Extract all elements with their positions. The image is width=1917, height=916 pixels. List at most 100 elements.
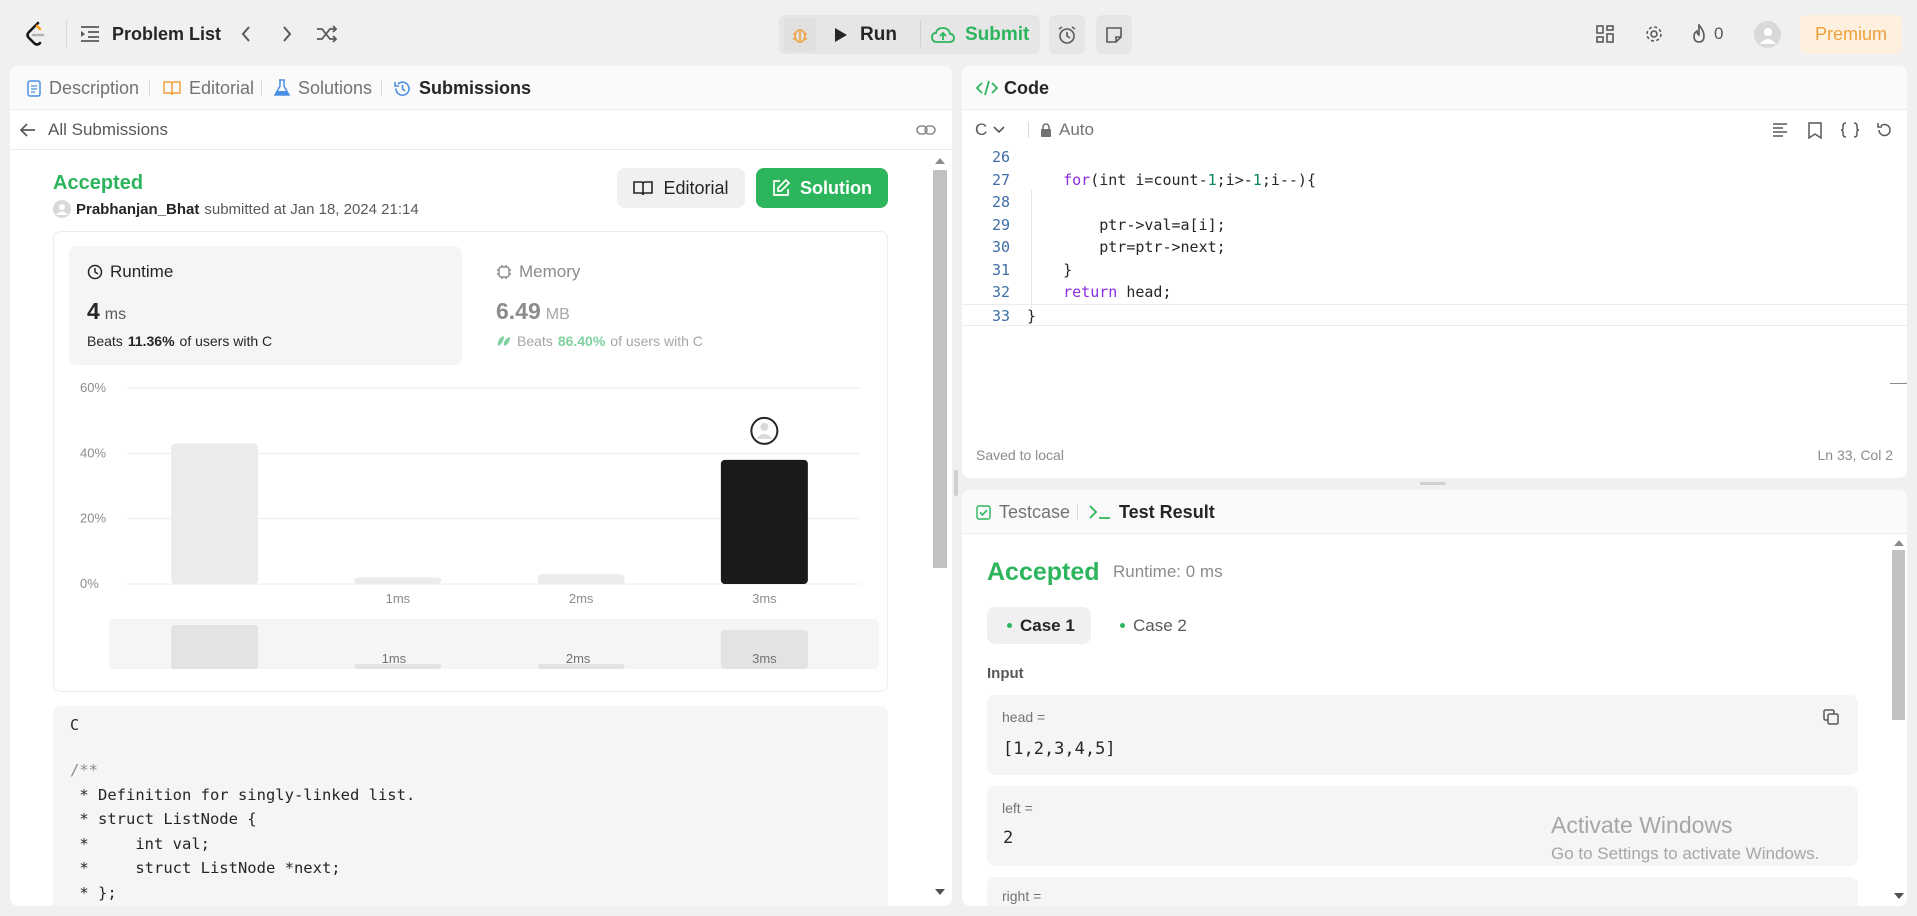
beats-suffix: of users with C [610,333,703,349]
line-number: 29 [991,215,1010,234]
avatar[interactable] [1754,21,1781,48]
problem-list-label: Problem List [112,23,222,44]
horizontal-resize-handle[interactable] [1420,482,1446,485]
code-line: 27 for(int i=count-1;i>-1;i--){ [962,169,1907,191]
language-value: C [975,120,988,139]
language-select[interactable]: C [975,110,1005,150]
submitter-name[interactable]: Prabhanjan_Bhat [76,201,199,218]
tab-code[interactable]: Code [976,66,1049,110]
submission-content: Accepted Prabhanjan_Bhat submitted at Ja… [10,150,930,906]
vertical-resize-handle[interactable] [954,470,958,496]
book-icon [163,80,181,96]
line-number: 31 [991,260,1010,279]
leetcode-logo[interactable] [22,18,50,50]
left-label: left = [1002,800,1033,816]
runtime-beats-pct: 11.36% [127,333,175,349]
submission-nav-bar: All Submissions [10,110,952,150]
next-problem-icon[interactable] [275,22,299,46]
y-tick-label: 60% [80,380,106,395]
run-button[interactable]: Run [834,18,897,51]
braces-icon[interactable] [1839,120,1861,140]
line-number: 28 [991,193,1010,211]
scroll-down-icon[interactable] [934,887,946,897]
divider [66,20,67,48]
terminal-icon [1089,504,1111,520]
windows-activation-watermark: Activate Windows Go to Settings to activ… [1551,812,1819,864]
note-icon[interactable] [1096,15,1132,54]
pass-dot [1120,623,1125,628]
share-link-icon[interactable] [915,120,937,140]
code-line: 31 } [962,259,1907,281]
pass-dot [1007,623,1012,628]
divider [261,79,262,97]
layout-icon[interactable] [1592,22,1618,46]
result-scrollbar[interactable] [1890,534,1907,906]
divider [920,21,921,47]
scroll-thumb[interactable] [933,170,947,568]
case-2-tab[interactable]: Case 2 [1100,607,1204,644]
line-number: 30 [991,238,1010,256]
tab-test-result[interactable]: Test Result [1089,490,1215,534]
all-submissions-link[interactable]: All Submissions [20,110,168,150]
code-line: 33} [962,303,1907,326]
runtime-header: Runtime [87,262,173,282]
scroll-down-icon[interactable] [1894,892,1904,900]
scrollbar[interactable] [928,150,952,906]
auto-mode[interactable]: Auto [1040,110,1094,150]
watermark-line2: Go to Settings to activate Windows. [1551,844,1820,863]
case-1-tab[interactable]: Case 1 [987,607,1091,644]
lock-icon [1040,122,1052,138]
code-line: * struct ListNode *next; [70,859,341,877]
line-number: 26 [991,148,1010,166]
memory-box[interactable]: Memory 6.49 MB Beats 86.40% of users wit… [478,246,871,365]
copy-icon[interactable] [1820,706,1842,728]
submit-button[interactable]: Submit [931,18,1029,51]
head-label: head = [1002,709,1046,725]
input-right-card: right = [987,877,1858,906]
y-tick-label: 40% [80,445,106,460]
alarm-icon[interactable] [1049,15,1085,54]
shuffle-icon[interactable] [314,22,340,46]
tab-testcase[interactable]: Testcase [976,490,1070,534]
prev-problem-icon[interactable] [234,22,258,46]
all-submissions-label: All Submissions [48,120,168,139]
tab-submissions[interactable]: Submissions [394,66,531,110]
chart-bar [354,577,442,584]
line-code: ptr=ptr->next; [1027,238,1226,256]
memory-unit: MB [545,306,570,323]
tab-solutions[interactable]: Solutions [274,66,372,110]
editorial-button[interactable]: Editorial [617,168,745,208]
solution-button[interactable]: Solution [756,168,888,208]
user-avatar-marker [750,416,779,445]
runtime-distribution-chart[interactable]: 0% 20% 40% 60% 1ms 2ms 3ms 1ms 2ms 3ms [54,372,887,692]
beats-suffix: of users with C [179,333,273,349]
scroll-thumb[interactable] [1892,550,1905,720]
reset-icon[interactable] [1874,120,1894,140]
format-icon[interactable] [1770,120,1790,140]
indent-guide [1031,190,1032,308]
premium-button[interactable]: Premium [1800,15,1902,54]
tab-editorial[interactable]: Editorial [163,66,254,110]
scroll-up-icon[interactable] [1894,539,1904,547]
memory-beats-pct: 86.40% [557,333,606,349]
bookmark-icon[interactable] [1805,120,1825,140]
watermark-line1: Activate Windows [1551,812,1733,838]
divider [1077,503,1078,521]
tab-description[interactable]: Description [27,66,139,110]
streak-counter[interactable]: 0 [1690,22,1723,46]
history-icon [394,80,411,97]
head-value[interactable]: [1,2,3,4,5] [1003,739,1116,759]
run-label: Run [860,23,897,45]
chart-bar [537,574,625,584]
gear-icon[interactable] [1641,22,1667,46]
problem-list-button[interactable]: Problem List [80,20,221,48]
left-tab-bar: Description Editorial Solutions Submissi… [10,66,952,110]
divider [1028,122,1029,138]
left-value[interactable]: 2 [1003,828,1013,848]
runtime-box[interactable]: Runtime 4 ms Beats 11.36% of users with … [69,246,462,365]
runtime-value: 4 [87,298,100,324]
code-editor[interactable]: 26 27 for(int i=count-1;i>-1;i--){ 28 29 pt… [962,148,1907,350]
debug-icon[interactable] [784,18,816,51]
scroll-up-icon[interactable] [934,156,946,166]
memory-label: Memory [519,262,581,281]
